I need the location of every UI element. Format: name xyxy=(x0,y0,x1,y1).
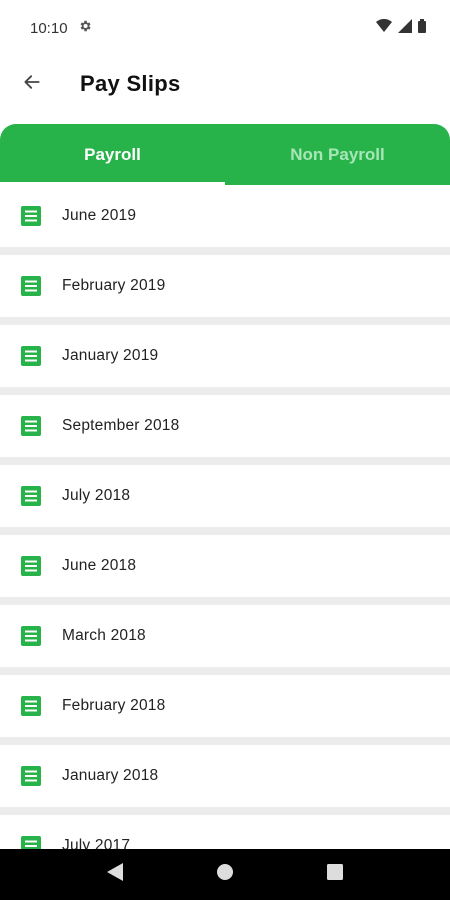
tab-payroll[interactable]: Payroll xyxy=(0,124,225,185)
list-item-label: June 2019 xyxy=(62,207,137,224)
tab-bar: Payroll Non Payroll xyxy=(0,124,450,185)
nav-home-button[interactable] xyxy=(205,855,245,895)
status-time: 10:10 xyxy=(30,19,68,37)
status-left: 10:10 xyxy=(30,19,92,37)
list-item-label: July 2017 xyxy=(62,837,131,849)
document-icon xyxy=(20,275,42,297)
tab-label: Payroll xyxy=(84,144,141,164)
nav-recents-button[interactable] xyxy=(315,855,355,895)
wifi-icon xyxy=(376,18,392,37)
battery-icon xyxy=(418,19,426,37)
list-item[interactable]: June 2018 xyxy=(0,535,450,597)
gear-icon xyxy=(78,19,92,37)
document-icon xyxy=(20,415,42,437)
list-item-label: January 2019 xyxy=(62,347,159,364)
list-item[interactable]: June 2019 xyxy=(0,185,450,247)
list-item-label: February 2019 xyxy=(62,277,166,294)
payslip-list[interactable]: June 2019 February 2019 January 2019 Sep… xyxy=(0,185,450,849)
app-bar: Pay Slips xyxy=(0,56,450,112)
list-item-label: February 2018 xyxy=(62,697,166,714)
tab-non-payroll[interactable]: Non Payroll xyxy=(225,124,450,185)
arrow-left-icon xyxy=(22,72,42,97)
document-icon xyxy=(20,835,42,849)
tab-label: Non Payroll xyxy=(290,144,385,164)
list-item[interactable]: September 2018 xyxy=(0,395,450,457)
document-icon xyxy=(20,555,42,577)
document-icon xyxy=(20,625,42,647)
home-circle-icon xyxy=(216,863,234,886)
list-item[interactable]: July 2017 xyxy=(0,815,450,849)
list-item[interactable]: July 2018 xyxy=(0,465,450,527)
list-item-label: March 2018 xyxy=(62,627,146,644)
nav-back-button[interactable] xyxy=(95,855,135,895)
document-icon xyxy=(20,695,42,717)
status-right xyxy=(376,18,426,37)
list-item-label: January 2018 xyxy=(62,767,159,784)
status-bar: 10:10 xyxy=(0,0,450,56)
back-button[interactable] xyxy=(2,56,62,112)
document-icon xyxy=(20,485,42,507)
list-item-label: June 2018 xyxy=(62,557,137,574)
document-icon xyxy=(20,205,42,227)
list-item[interactable]: February 2018 xyxy=(0,675,450,737)
list-item[interactable]: January 2019 xyxy=(0,325,450,387)
page-title: Pay Slips xyxy=(80,71,181,96)
list-item[interactable]: February 2019 xyxy=(0,255,450,317)
back-triangle-icon xyxy=(107,863,123,886)
document-icon xyxy=(20,345,42,367)
list-item[interactable]: January 2018 xyxy=(0,745,450,807)
recents-square-icon xyxy=(327,864,343,885)
signal-icon xyxy=(398,19,412,37)
document-icon xyxy=(20,765,42,787)
list-item-label: July 2018 xyxy=(62,487,131,504)
list-item[interactable]: March 2018 xyxy=(0,605,450,667)
list-item-label: September 2018 xyxy=(62,417,180,434)
system-nav-bar xyxy=(0,849,450,900)
